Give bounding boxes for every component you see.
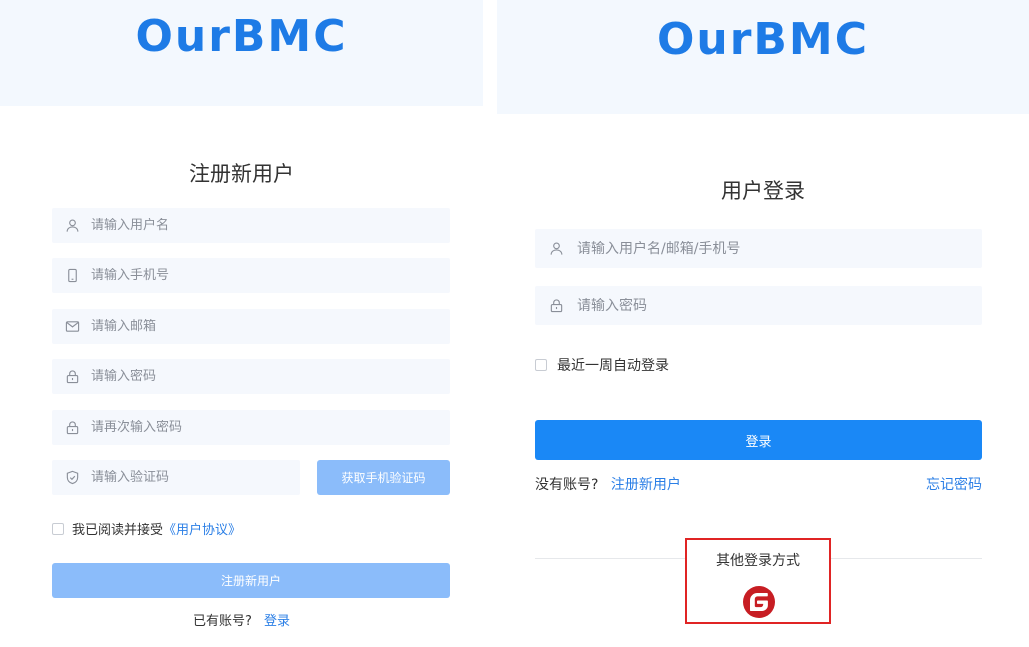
login-panel: OurBMC 用户登录 最近一周自动登录 登录 没有账号? 注册新用户 忘记密码… — [497, 0, 1029, 647]
register-link[interactable]: 注册新用户 — [611, 477, 681, 493]
login-submit-button[interactable]: 登录 — [535, 420, 982, 460]
login-banner: OurBMC — [497, 0, 1029, 114]
panel-gutter — [483, 0, 497, 647]
account-input[interactable] — [577, 240, 982, 257]
remember-row: 最近一周自动登录 — [535, 355, 669, 375]
login-link[interactable]: 登录 — [264, 614, 290, 629]
phone-input[interactable] — [91, 268, 450, 283]
user-agreement-link[interactable]: 《用户协议》 — [163, 519, 241, 538]
mail-icon — [64, 319, 80, 335]
brand-logo: OurBMC — [135, 11, 348, 62]
agreement-checkbox[interactable] — [52, 522, 64, 535]
remember-label: 最近一周自动登录 — [557, 358, 669, 374]
phone-field[interactable] — [52, 258, 450, 293]
get-sms-code-button[interactable]: 获取手机验证码 — [317, 460, 450, 495]
no-account-text: 没有账号? — [535, 477, 599, 493]
gitee-icon[interactable] — [743, 586, 775, 618]
login-prompt: 已有账号? 登录 — [0, 610, 483, 629]
forgot-password-link[interactable]: 忘记密码 — [919, 474, 982, 494]
verify-code-input[interactable] — [91, 470, 300, 485]
verify-code-field[interactable] — [52, 460, 300, 495]
user-icon — [548, 241, 564, 257]
lock-icon — [64, 369, 80, 385]
username-input[interactable] — [91, 218, 450, 233]
have-account-text: 已有账号? — [192, 614, 252, 629]
register-title: 注册新用户 — [189, 162, 294, 186]
account-field[interactable] — [535, 229, 982, 268]
password-field[interactable] — [52, 359, 450, 394]
email-input[interactable] — [91, 319, 450, 334]
other-login-section: 其他登录方式 — [685, 538, 831, 624]
phone-icon — [64, 268, 80, 284]
lock-icon — [548, 298, 564, 314]
register-prompt: 没有账号? 注册新用户 — [535, 474, 681, 494]
register-submit-button[interactable]: 注册新用户 — [52, 563, 450, 598]
username-field[interactable] — [52, 208, 450, 243]
remember-checkbox[interactable] — [535, 359, 547, 371]
register-banner: OurBMC — [0, 0, 483, 106]
confirm-password-input[interactable] — [91, 420, 450, 435]
login-password-input[interactable] — [577, 297, 982, 314]
agreement-row: 我已阅读并接受 《用户协议》 — [52, 519, 241, 538]
register-panel: OurBMC 注册新用户 获取手机 — [0, 0, 483, 647]
login-password-field[interactable] — [535, 286, 982, 325]
user-icon — [64, 218, 80, 234]
other-login-label: 其他登录方式 — [716, 553, 800, 569]
lock-icon — [64, 420, 80, 436]
agreement-text: 我已阅读并接受 — [72, 523, 164, 538]
email-field[interactable] — [52, 309, 450, 344]
password-input[interactable] — [91, 369, 450, 384]
shield-icon — [64, 470, 80, 486]
confirm-password-field[interactable] — [52, 410, 450, 445]
brand-logo: OurBMC — [656, 14, 870, 65]
login-title: 用户登录 — [721, 179, 805, 203]
